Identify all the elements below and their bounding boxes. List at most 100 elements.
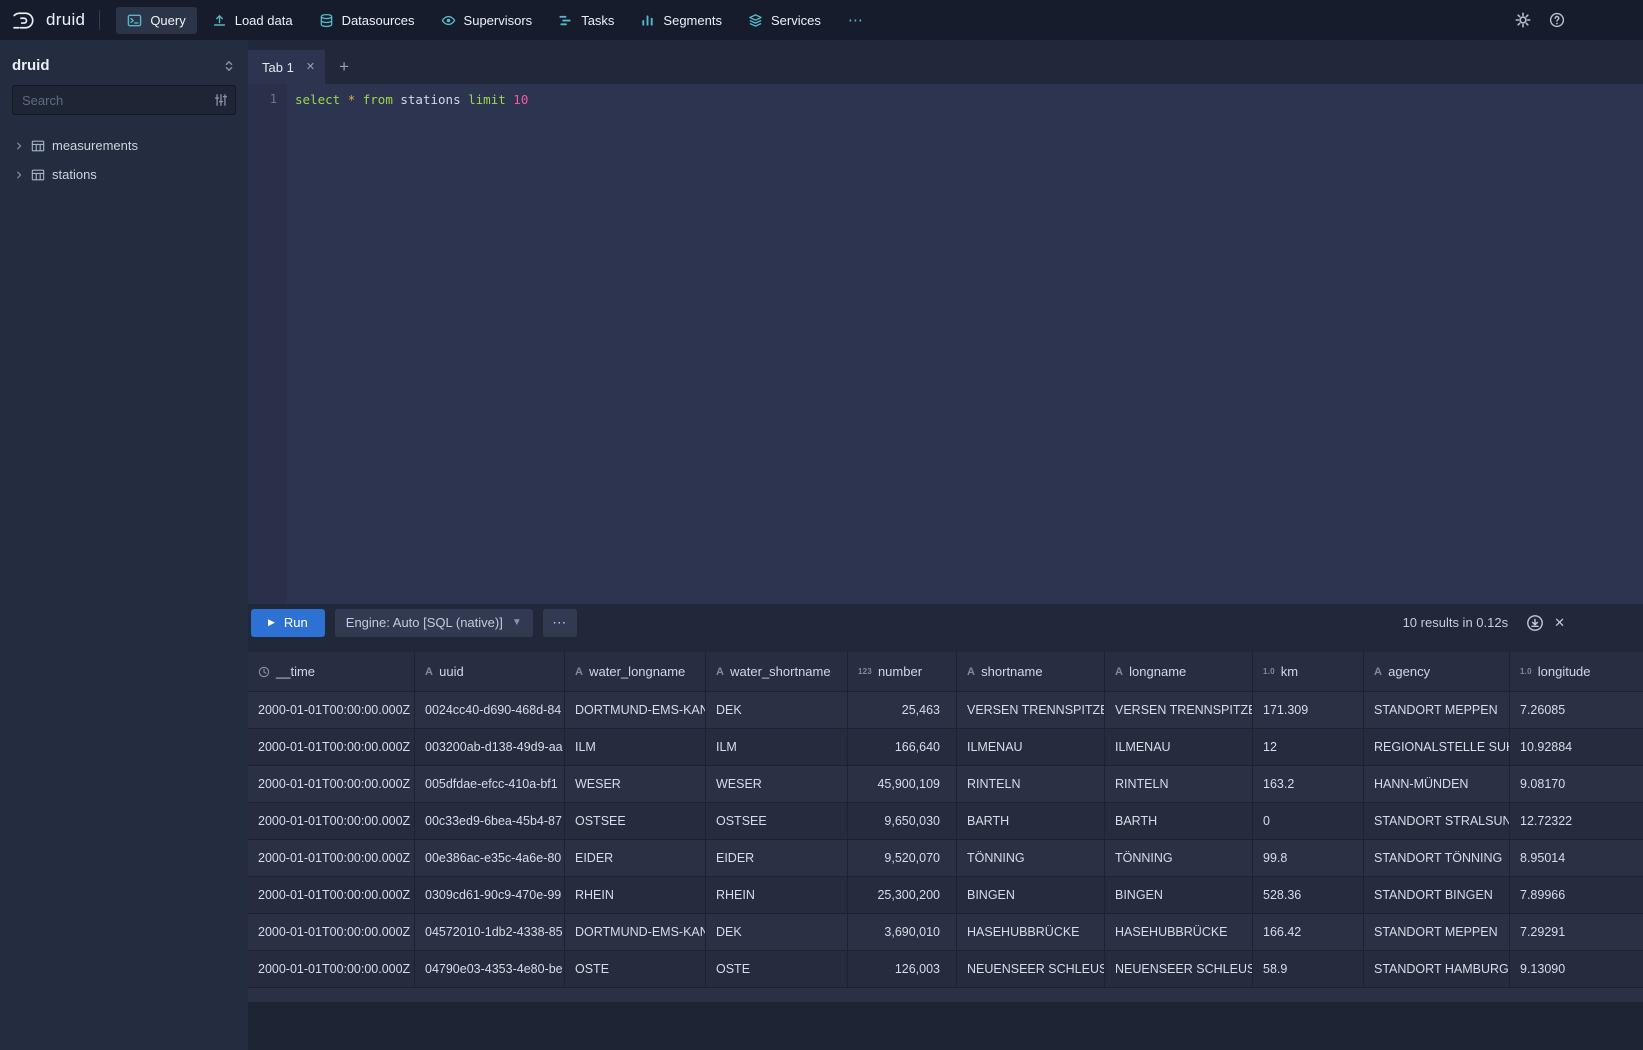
cell-water_longname[interactable]: EIDER [565, 840, 706, 876]
cell-longitude[interactable]: 9.13090 [1510, 951, 1643, 987]
nav-item-load-data[interactable]: Load data [201, 7, 304, 34]
close-results-icon[interactable]: ✕ [1554, 616, 1565, 629]
cell-longitude[interactable]: 7.26085 [1510, 692, 1643, 728]
code-line[interactable]: select * from stations limit 10 [295, 91, 1643, 108]
column-header-km[interactable]: 1.0km [1253, 652, 1364, 691]
cell-__time[interactable]: 2000-01-01T00:00:00.000Z [248, 692, 415, 728]
nav-item-tasks[interactable]: Tasks [547, 7, 625, 34]
column-header-longname[interactable]: Alongname [1105, 652, 1253, 691]
query-more-button[interactable]: ⋯ [543, 609, 577, 637]
cell-__time[interactable]: 2000-01-01T00:00:00.000Z [248, 951, 415, 987]
cell-longname[interactable]: BINGEN [1105, 877, 1253, 913]
cell-number[interactable]: 3,690,010 [848, 914, 957, 950]
cell-km[interactable]: 99.8 [1253, 840, 1364, 876]
cell-km[interactable]: 528.36 [1253, 877, 1364, 913]
nav-item-segments[interactable]: Segments [629, 7, 733, 34]
cell-km[interactable]: 171.309 [1253, 692, 1364, 728]
settings-gear-icon[interactable] [1515, 12, 1531, 28]
cell-longname[interactable]: HASEHUBBRÜCKE [1105, 914, 1253, 950]
cell-shortname[interactable]: BARTH [957, 803, 1105, 839]
tree-item-stations[interactable]: stations [0, 160, 248, 189]
cell-water_longname[interactable]: ILM [565, 729, 706, 765]
cell-longname[interactable]: ILMENAU [1105, 729, 1253, 765]
cell-water_shortname[interactable]: WESER [706, 766, 848, 802]
cell-agency[interactable]: STANDORT MEPPEN [1364, 914, 1510, 950]
sql-editor[interactable]: 1 select * from stations limit 10 [248, 84, 1643, 604]
cell-number[interactable]: 126,003 [848, 951, 957, 987]
cell-longname[interactable]: TÖNNING [1105, 840, 1253, 876]
cell-number[interactable]: 25,300,200 [848, 877, 957, 913]
cell-agency[interactable]: STANDORT HAMBURG [1364, 951, 1510, 987]
cell-uuid[interactable]: 00e386ac-e35c-4a6e-80 [415, 840, 565, 876]
cell-shortname[interactable]: TÖNNING [957, 840, 1105, 876]
cell-agency[interactable]: REGIONALSTELLE SUHL [1364, 729, 1510, 765]
cell-km[interactable]: 12 [1253, 729, 1364, 765]
cell-agency[interactable]: STANDORT MEPPEN [1364, 692, 1510, 728]
cell-water_longname[interactable]: OSTE [565, 951, 706, 987]
column-header-agency[interactable]: Aagency [1364, 652, 1510, 691]
cell-uuid[interactable]: 0309cd61-90c9-470e-99 [415, 877, 565, 913]
cell-water_longname[interactable]: WESER [565, 766, 706, 802]
cell-agency[interactable]: HANN-MÜNDEN [1364, 766, 1510, 802]
cell-uuid[interactable]: 00c33ed9-6bea-45b4-87 [415, 803, 565, 839]
cell-longitude[interactable]: 12.72322 [1510, 803, 1643, 839]
cell-number[interactable]: 166,640 [848, 729, 957, 765]
tree-item-measurements[interactable]: measurements [0, 131, 248, 160]
column-header-shortname[interactable]: Ashortname [957, 652, 1105, 691]
cell-water_shortname[interactable]: OSTE [706, 951, 848, 987]
help-icon[interactable] [1549, 12, 1565, 28]
cell-shortname[interactable]: ILMENAU [957, 729, 1105, 765]
cell-water_longname[interactable]: DORTMUND-EMS-KANA [565, 914, 706, 950]
cell-water_shortname[interactable]: EIDER [706, 840, 848, 876]
cell-longitude[interactable]: 9.08170 [1510, 766, 1643, 802]
column-header-longitude[interactable]: 1.0longitude [1510, 652, 1643, 691]
more-menu-button[interactable]: ⋯ [836, 7, 876, 33]
column-header-uuid[interactable]: Auuid [415, 652, 565, 691]
cell-km[interactable]: 0 [1253, 803, 1364, 839]
cell-km[interactable]: 58.9 [1253, 951, 1364, 987]
cell-longname[interactable]: RINTELN [1105, 766, 1253, 802]
nav-item-supervisors[interactable]: Supervisors [430, 7, 544, 34]
cell-number[interactable]: 45,900,109 [848, 766, 957, 802]
cell-longitude[interactable]: 8.95014 [1510, 840, 1643, 876]
add-tab-button[interactable]: + [325, 50, 363, 84]
cell-agency[interactable]: STANDORT BINGEN [1364, 877, 1510, 913]
cell-longitude[interactable]: 10.92884 [1510, 729, 1643, 765]
cell-longname[interactable]: VERSEN TRENNSPITZE [1105, 692, 1253, 728]
run-button[interactable]: ▶ Run [251, 609, 325, 637]
cell-uuid[interactable]: 0024cc40-d690-468d-84 [415, 692, 565, 728]
cell-water_longname[interactable]: OSTSEE [565, 803, 706, 839]
cell-shortname[interactable]: NEUENSEER SCHLEUSEN [957, 951, 1105, 987]
cell-__time[interactable]: 2000-01-01T00:00:00.000Z [248, 803, 415, 839]
search-input[interactable] [22, 93, 208, 108]
cell-__time[interactable]: 2000-01-01T00:00:00.000Z [248, 840, 415, 876]
nav-item-query[interactable]: Query [116, 7, 196, 34]
download-icon[interactable] [1526, 614, 1544, 632]
cell-__time[interactable]: 2000-01-01T00:00:00.000Z [248, 766, 415, 802]
cell-agency[interactable]: STANDORT STRALSUND [1364, 803, 1510, 839]
cell-longitude[interactable]: 7.29291 [1510, 914, 1643, 950]
column-header-number[interactable]: 123number [848, 652, 957, 691]
cell-water_shortname[interactable]: DEK [706, 914, 848, 950]
cell-__time[interactable]: 2000-01-01T00:00:00.000Z [248, 877, 415, 913]
cell-km[interactable]: 163.2 [1253, 766, 1364, 802]
cell-longname[interactable]: NEUENSEER SCHLEUSEN [1105, 951, 1253, 987]
cell-number[interactable]: 9,520,070 [848, 840, 957, 876]
filter-sliders-icon[interactable] [214, 93, 228, 107]
code-area[interactable]: select * from stations limit 10 [287, 84, 1643, 604]
column-header-__time[interactable]: __time [248, 652, 415, 691]
cell-number[interactable]: 9,650,030 [848, 803, 957, 839]
tab-tab1[interactable]: Tab 1 ✕ [248, 50, 325, 84]
cell-water_shortname[interactable]: OSTSEE [706, 803, 848, 839]
cell-water_shortname[interactable]: DEK [706, 692, 848, 728]
nav-item-datasources[interactable]: Datasources [308, 7, 426, 34]
cell-longname[interactable]: BARTH [1105, 803, 1253, 839]
double-caret-vertical-icon[interactable] [222, 59, 236, 73]
close-tab-icon[interactable]: ✕ [306, 62, 315, 73]
cell-__time[interactable]: 2000-01-01T00:00:00.000Z [248, 914, 415, 950]
cell-agency[interactable]: STANDORT TÖNNING [1364, 840, 1510, 876]
cell-__time[interactable]: 2000-01-01T00:00:00.000Z [248, 729, 415, 765]
cell-uuid[interactable]: 04790e03-4353-4e80-be [415, 951, 565, 987]
column-header-water_shortname[interactable]: Awater_shortname [706, 652, 848, 691]
cell-uuid[interactable]: 003200ab-d138-49d9-aa [415, 729, 565, 765]
